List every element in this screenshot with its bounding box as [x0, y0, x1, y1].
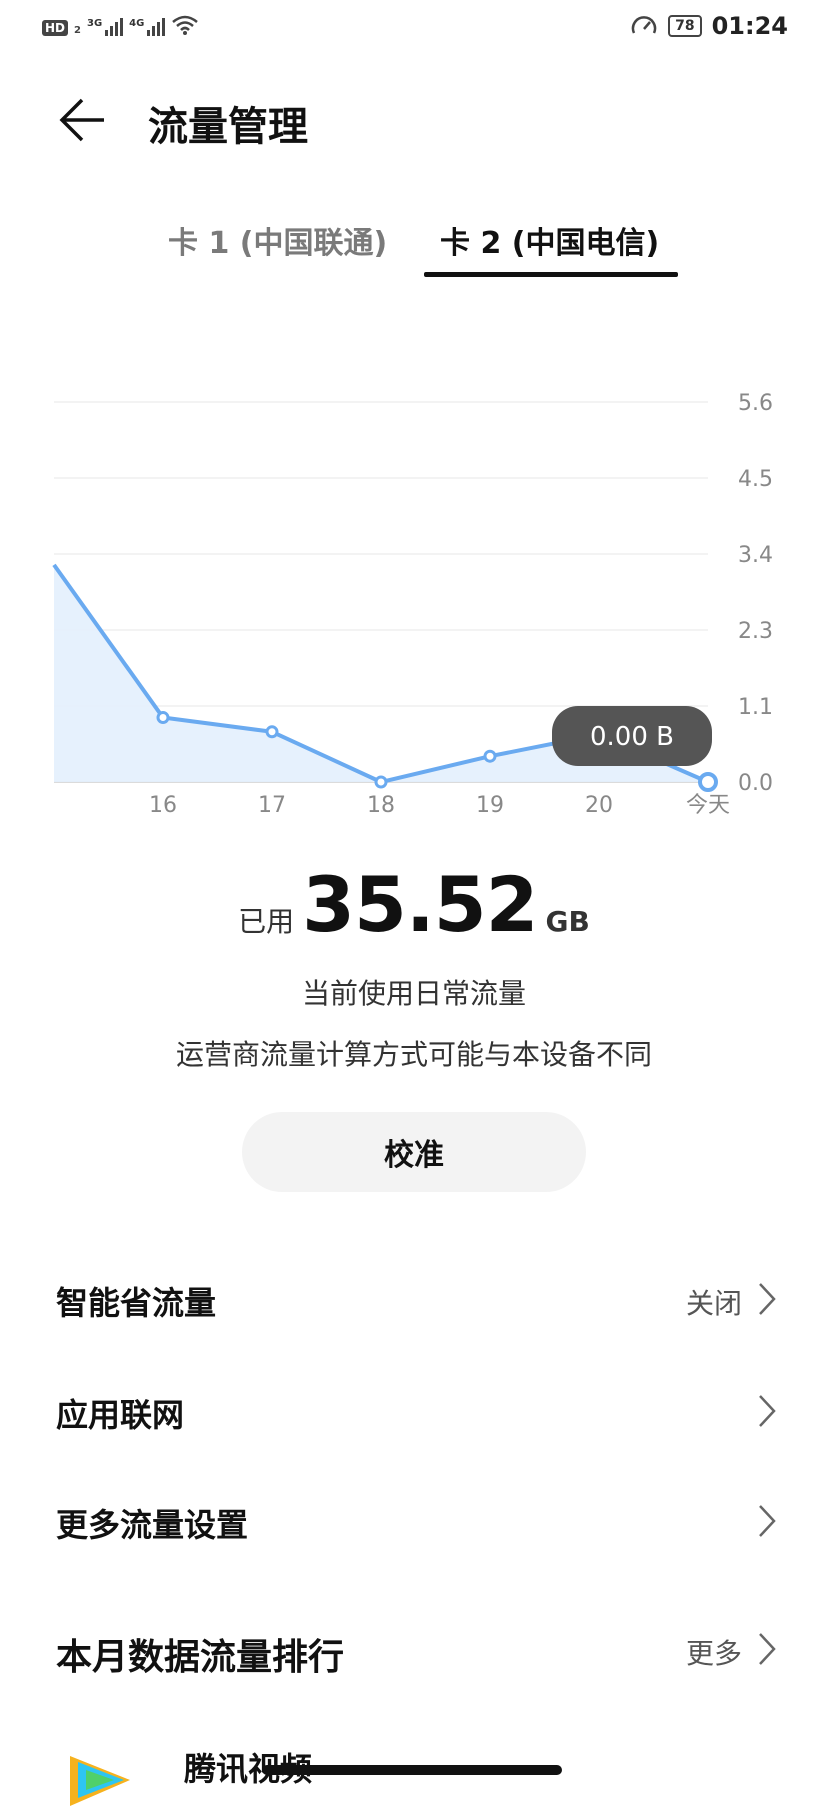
x-tick-label: 20 [585, 793, 613, 818]
x-tick-label: 18 [367, 793, 395, 818]
clock: 01:24 [711, 12, 788, 40]
hd-sub-label: 2 [74, 25, 81, 36]
chevron-right-icon [759, 1505, 776, 1537]
data-point [265, 725, 279, 739]
signal-sim1-icon: 3G [86, 18, 124, 36]
used-label: 已用 [238, 905, 295, 938]
data-point [698, 772, 718, 792]
y-tick-label: 3.4 [738, 543, 773, 568]
calibrate-button[interactable]: 校准 [242, 1112, 586, 1192]
home-indicator[interactable] [262, 1765, 562, 1775]
setting-app-network[interactable]: 应用联网 [0, 1368, 828, 1458]
tab-sim1[interactable]: 卡 1 (中国联通) [168, 218, 387, 262]
ranking-more[interactable]: 更多 [686, 1632, 742, 1672]
setting-value: 关闭 [685, 1287, 742, 1320]
tab-sim2[interactable]: 卡 2 (中国电信) [440, 218, 659, 262]
y-tick-label: 0.0 [738, 771, 773, 796]
active-tab-indicator [424, 272, 678, 277]
x-tick-label: 今天 [686, 793, 730, 818]
speed-gauge-icon [631, 16, 657, 34]
setting-more-data-settings[interactable]: 更多流量设置 [0, 1478, 828, 1568]
usage-chart: 5.6 4.5 3.4 2.3 1.1 0.0 16 17 18 19 20 今天 0.00 B [52, 391, 773, 818]
x-tick-label: 16 [149, 793, 177, 818]
page-title: 流量管理 [148, 104, 308, 150]
status-bar: HD 2 3G 4G 78 01:24 [0, 0, 828, 54]
tencent-video-app-icon[interactable] [60, 1736, 144, 1820]
setting-smart-data-saver[interactable]: 智能省流量 关闭 [0, 1256, 828, 1346]
ranking-title: 本月数据流量排行 [56, 1637, 345, 1678]
y-tick-label: 4.5 [738, 467, 773, 492]
usage-summary: 已用 35.52 GB [0, 860, 828, 949]
app-header: 流量管理 [0, 88, 828, 152]
data-point [374, 775, 388, 789]
battery-indicator: 78 [668, 15, 702, 37]
y-tick-label: 2.3 [738, 619, 773, 644]
setting-label: 更多流量设置 [56, 1506, 249, 1544]
tooltip-text: 0.00 B [590, 722, 674, 752]
sim1-network-label: 3G [86, 18, 103, 29]
used-value: 35.52 [302, 860, 538, 949]
wifi-icon [172, 15, 199, 35]
carrier-notice: 运营商流量计算方式可能与本设备不同 [175, 1038, 652, 1071]
x-tick-label: 17 [258, 793, 286, 818]
chevron-right-icon [759, 1395, 776, 1427]
x-tick-label: 19 [476, 793, 504, 818]
chevron-right-icon [759, 1633, 776, 1665]
hd-icon: HD [42, 20, 69, 36]
signal-sim2-icon: 4G [129, 18, 166, 36]
y-tick-label: 1.1 [738, 695, 773, 720]
used-unit: GB [545, 905, 590, 938]
setting-label: 智能省流量 [56, 1284, 217, 1322]
monthly-ranking-header[interactable]: 本月数据流量排行 更多 [0, 1606, 828, 1696]
back-arrow-icon[interactable] [56, 96, 108, 144]
status-right: 78 01:24 [630, 12, 788, 40]
data-point [156, 711, 170, 725]
status-left: HD 2 3G 4G [42, 14, 199, 36]
chevron-right-icon [759, 1283, 776, 1315]
sim2-network-label: 4G [129, 18, 145, 29]
usage-description: 当前使用日常流量 [301, 977, 526, 1010]
data-point [483, 749, 497, 763]
setting-label: 应用联网 [56, 1396, 185, 1434]
y-tick-label: 5.6 [738, 391, 773, 416]
